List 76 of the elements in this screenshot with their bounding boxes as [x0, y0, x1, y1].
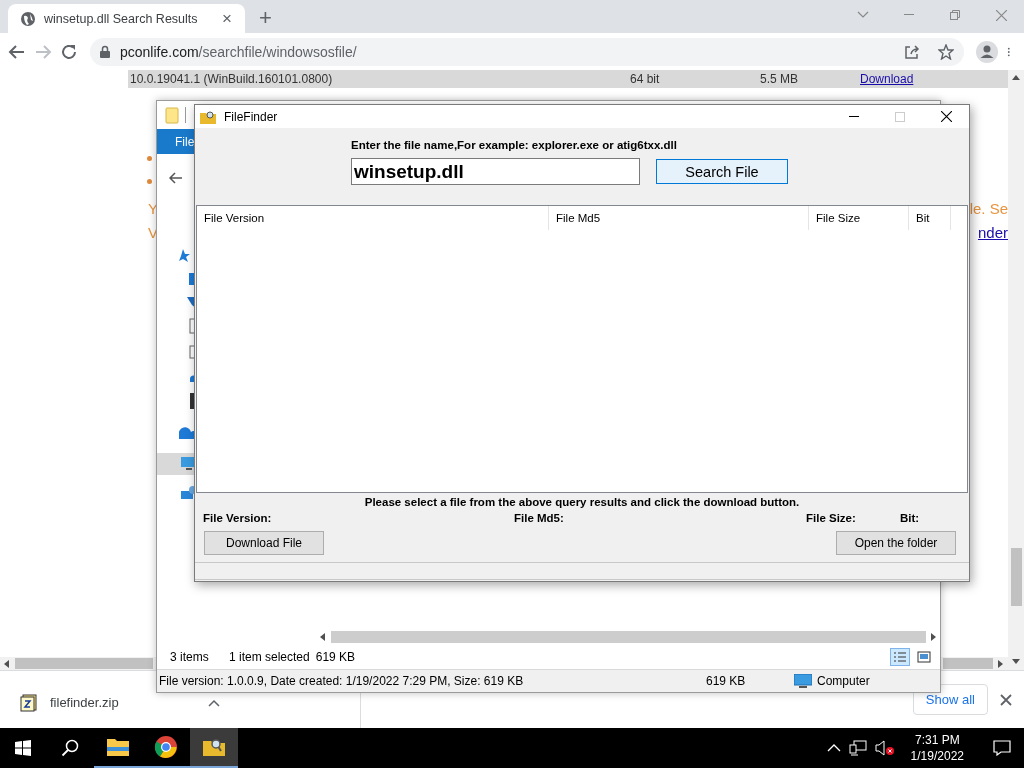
prompt-label: Enter the file name,For example: explorer.exe or atig6txx.dll	[351, 139, 678, 151]
close-icon[interactable]	[1000, 693, 1012, 706]
size-cell-text: 5.5 MB	[760, 72, 799, 86]
file-details: File version: 1.0.0.9, Date created: 1/19/2022 7:29 PM, Size: 619 KB	[159, 674, 524, 688]
selection-status: 1 item selected	[229, 649, 310, 664]
network-icon[interactable]	[848, 740, 867, 756]
field-label: File Version:	[203, 512, 273, 524]
zip-file-icon	[20, 693, 38, 712]
clock-time[interactable]: 7:31 PM	[914, 732, 960, 748]
horizontal-scrollbar[interactable]	[940, 657, 1008, 670]
browser-tab[interactable]: winsetup.dll Search Results ×	[8, 4, 245, 33]
clock-date[interactable]: 1/19/2022	[910, 748, 964, 764]
reload-icon[interactable]	[60, 42, 78, 61]
maximize-icon	[895, 111, 905, 122]
vertical-scrollbar[interactable]	[1008, 70, 1024, 670]
minimize-icon[interactable]	[904, 14, 914, 16]
download-link[interactable]: Download	[860, 72, 914, 86]
horizontal-scrollbar[interactable]	[0, 657, 156, 670]
profile-icon[interactable]	[976, 40, 998, 63]
column-header[interactable]: File Version	[197, 206, 549, 230]
back-icon[interactable]	[8, 42, 26, 61]
windows-start-icon[interactable]	[15, 740, 31, 756]
details-view-icon	[893, 650, 907, 663]
scroll-arrow-icon[interactable]	[930, 633, 938, 641]
chevron-up-icon[interactable]	[208, 698, 220, 707]
window-title: FileFinder	[224, 109, 279, 124]
version-cell-text: 10.0.19041.1 (WinBuild.160101.0800)	[129, 72, 334, 86]
notification-icon[interactable]	[993, 740, 1011, 756]
location-label: Computer	[817, 674, 870, 688]
column-header[interactable]: File Md5	[549, 206, 809, 230]
bit-cell-text: 64 bit	[630, 72, 661, 86]
scroll-arrow-icon[interactable]	[3, 659, 11, 668]
address-bar[interactable]: pconlife.com/searchfile/windowsosfile/	[90, 37, 964, 66]
folder-icon	[165, 106, 179, 124]
new-tab-button[interactable]: +	[259, 7, 272, 29]
column-header[interactable]: File Size	[809, 206, 909, 230]
item-count: 3 items	[170, 649, 210, 664]
field-label: File Md5:	[514, 512, 565, 524]
back-icon[interactable]	[169, 171, 183, 184]
scroll-arrow-icon[interactable]	[319, 633, 327, 641]
file-size: 619 KB	[706, 674, 747, 688]
tab-close-button[interactable]: ×	[219, 8, 235, 29]
results-list[interactable]: File Version File Md5 File Size Bit	[196, 205, 968, 493]
dropdown-icon[interactable]	[857, 11, 869, 19]
computer-icon	[794, 673, 812, 689]
bullet-icon	[147, 179, 152, 184]
download-item[interactable]: filefinder.zip	[20, 693, 220, 712]
large-icons-view-icon	[917, 650, 931, 663]
instruction-text: Please select a file from the above query results and click the download button.	[363, 496, 801, 508]
close-icon[interactable]	[940, 111, 952, 122]
restore-icon[interactable]	[950, 10, 960, 20]
muted-speaker-icon[interactable]	[874, 740, 895, 756]
folder-icon[interactable]	[106, 737, 130, 757]
action-button[interactable]: Open the folder	[836, 531, 956, 555]
folder-magnifier-icon	[200, 109, 216, 124]
field-label: Bit:	[900, 512, 921, 524]
share-icon[interactable]	[904, 43, 920, 60]
page-text: le. Se	[969, 199, 1008, 217]
chrome-icon[interactable]	[154, 735, 178, 759]
details-view-button[interactable]	[890, 647, 910, 666]
scrollbar-thumb[interactable]	[1010, 548, 1022, 606]
action-button[interactable]: Download File	[204, 531, 324, 555]
globe-icon	[20, 10, 36, 27]
field-label: File Size:	[806, 512, 857, 524]
selection-size: 619 KB	[315, 649, 356, 664]
ribbon-tab[interactable]: File	[157, 129, 197, 154]
column-header[interactable]: Bit	[909, 206, 951, 230]
lock-icon	[100, 45, 110, 58]
scroll-arrow-icon[interactable]	[1012, 74, 1020, 82]
search-file-button[interactable]: Search File	[656, 159, 788, 184]
folder-magnifier-icon[interactable]	[202, 737, 226, 757]
page-link[interactable]: nder	[977, 223, 1008, 241]
bullet-icon	[147, 156, 152, 161]
search-icon[interactable]	[61, 739, 79, 757]
star-icon[interactable]	[938, 43, 954, 60]
file-name-field[interactable]: winsetup.dll	[351, 158, 640, 185]
